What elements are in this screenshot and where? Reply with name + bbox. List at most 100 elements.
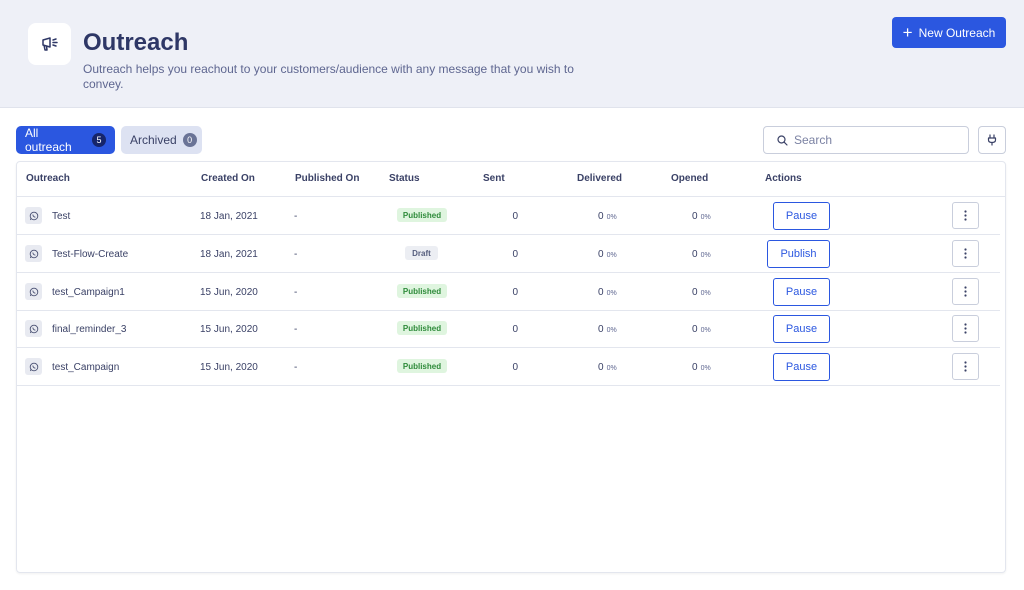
tab-label: All outreach	[25, 126, 72, 154]
created-on: 18 Jan, 2021	[200, 249, 258, 260]
plug-icon	[987, 134, 997, 146]
more-options-button[interactable]	[952, 315, 979, 342]
opened-count: 0	[692, 362, 698, 373]
published-on: -	[294, 362, 298, 373]
table-row: Test-Flow-Create 18 Jan, 2021 - Draft 0 …	[17, 235, 1000, 273]
delivered-count: 0	[598, 362, 604, 373]
opened-cell: 0 0%	[692, 362, 711, 373]
whatsapp-icon	[25, 358, 42, 375]
tab-archived[interactable]: Archived 0	[121, 126, 202, 154]
pause-button[interactable]: Pause	[773, 278, 830, 306]
outreach-name: Test-Flow-Create	[52, 249, 129, 260]
page-header: Outreach Outreach helps you reachout to …	[0, 0, 1024, 108]
outreach-name: Test	[52, 211, 71, 222]
column-header-actions: Actions	[765, 173, 802, 184]
tab-all-outreach[interactable]: All outreach 5	[16, 126, 115, 154]
new-outreach-button[interactable]: + New Outreach	[892, 17, 1006, 48]
whatsapp-icon	[25, 245, 42, 262]
publish-button[interactable]: Publish	[767, 240, 830, 268]
column-header-published-on: Published On	[295, 173, 360, 184]
status-badge: Published	[397, 208, 447, 222]
count-badge: 5	[92, 133, 106, 147]
opened-percent: 0%	[700, 252, 711, 259]
published-on: -	[294, 287, 298, 298]
page-title: Outreach	[83, 29, 189, 56]
search-input[interactable]	[794, 133, 954, 147]
opened-count: 0	[692, 324, 698, 335]
outreach-name: test_Campaign	[52, 362, 120, 373]
opened-cell: 0 0%	[692, 287, 711, 298]
table-row: test_Campaign 15 Jun, 2020 - Published 0…	[17, 348, 1000, 386]
status-badge: Published	[397, 359, 447, 373]
created-on: 15 Jun, 2020	[200, 287, 258, 298]
delivered-cell: 0 0%	[598, 324, 617, 335]
pause-button[interactable]: Pause	[773, 353, 830, 381]
opened-percent: 0%	[700, 290, 711, 297]
created-on: 15 Jun, 2020	[200, 324, 258, 335]
new-outreach-label: New Outreach	[918, 25, 996, 40]
pause-button[interactable]: Pause	[773, 202, 830, 230]
more-options-button[interactable]	[952, 240, 979, 267]
whatsapp-icon	[25, 320, 42, 337]
column-header-sent: Sent	[483, 173, 505, 184]
delivered-count: 0	[598, 211, 604, 222]
sent-count: 0	[512, 287, 518, 298]
table-row: final_reminder_3 15 Jun, 2020 - Publishe…	[17, 310, 1000, 348]
more-vertical-icon	[964, 323, 967, 334]
delivered-cell: 0 0%	[598, 287, 617, 298]
delivered-cell: 0 0%	[598, 211, 617, 222]
more-vertical-icon	[964, 286, 967, 297]
delivered-percent: 0%	[606, 252, 617, 259]
opened-cell: 0 0%	[692, 249, 711, 260]
count-badge: 0	[182, 133, 197, 147]
column-header-created-on: Created On	[201, 173, 255, 184]
opened-cell: 0 0%	[692, 324, 711, 335]
opened-cell: 0 0%	[692, 211, 711, 222]
megaphone-icon	[41, 37, 58, 51]
opened-count: 0	[692, 287, 698, 298]
tab-label: Archived	[130, 133, 177, 147]
more-options-button[interactable]	[952, 202, 979, 229]
outreach-name: final_reminder_3	[52, 324, 127, 335]
page-description: Outreach helps you reachout to your cust…	[83, 62, 574, 91]
search-box	[763, 126, 969, 154]
delivered-cell: 0 0%	[598, 249, 617, 260]
plus-icon: +	[902, 23, 913, 42]
outreach-logo	[28, 23, 71, 65]
table-row: Test 18 Jan, 2021 - Published 0 0 0% 0 0% …	[17, 197, 1000, 235]
delivered-percent: 0%	[606, 290, 617, 297]
delivered-percent: 0%	[606, 214, 617, 221]
status-badge: Published	[397, 321, 447, 335]
more-options-button[interactable]	[952, 278, 979, 305]
sent-count: 0	[512, 249, 518, 260]
sent-count: 0	[512, 324, 518, 335]
more-vertical-icon	[964, 248, 967, 259]
pause-button[interactable]: Pause	[773, 315, 830, 343]
published-on: -	[294, 324, 298, 335]
delivered-count: 0	[598, 287, 604, 298]
status-badge: Published	[397, 284, 447, 298]
created-on: 18 Jan, 2021	[200, 211, 258, 222]
delivered-percent: 0%	[606, 327, 617, 334]
status-badge: Draft	[405, 246, 438, 260]
opened-count: 0	[692, 249, 698, 260]
column-header-status: Status	[389, 173, 420, 184]
opened-percent: 0%	[700, 365, 711, 372]
delivered-count: 0	[598, 324, 604, 335]
more-vertical-icon	[964, 210, 967, 221]
column-header-outreach: Outreach	[26, 173, 70, 184]
sent-count: 0	[512, 362, 518, 373]
published-on: -	[294, 211, 298, 222]
more-options-button[interactable]	[952, 353, 979, 380]
delivered-percent: 0%	[606, 365, 617, 372]
delivered-count: 0	[598, 249, 604, 260]
table-row: test_Campaign1 15 Jun, 2020 - Published …	[17, 273, 1000, 311]
column-header-opened: Opened	[671, 173, 709, 184]
published-on: -	[294, 249, 298, 260]
opened-percent: 0%	[700, 327, 711, 334]
search-icon	[777, 134, 788, 146]
outreach-name: test_Campaign1	[52, 287, 125, 298]
integrations-button[interactable]	[978, 126, 1006, 154]
column-header-delivered: Delivered	[577, 173, 623, 184]
whatsapp-icon	[25, 207, 42, 224]
